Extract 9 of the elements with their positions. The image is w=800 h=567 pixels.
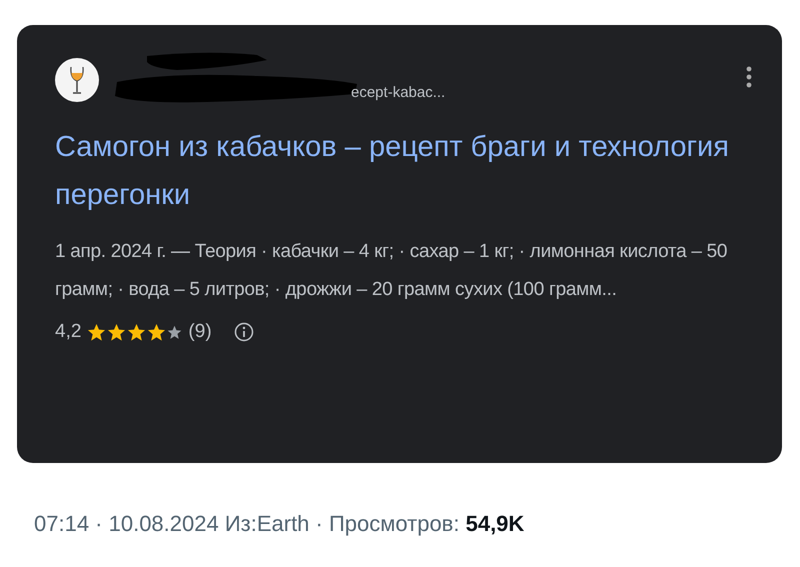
review-count: (9) [188, 321, 212, 343]
result-title-link[interactable]: Самогон из кабачков – рецепт браги и технология перегонки [55, 123, 752, 219]
wine-glass-icon [55, 58, 99, 102]
post-meta: 07:14 · 10.08.2024 Из:Earth · Просмотров: 54,9K [34, 511, 526, 537]
rating-value: 4,2 [55, 321, 82, 343]
more-options-icon[interactable] [746, 66, 752, 88]
result-url[interactable]: ecept-kabac... [351, 84, 446, 101]
result-snippet: 1 апр. 2024 г. — Теория · кабачки – 4 кг; · сахар – 1 кг; · лимонная кислота – 50 грамм; · вода – 5 литров; · дрожжи – 20 грамм сухих (100 грамм... [55, 240, 728, 302]
info-icon[interactable] [234, 322, 254, 342]
